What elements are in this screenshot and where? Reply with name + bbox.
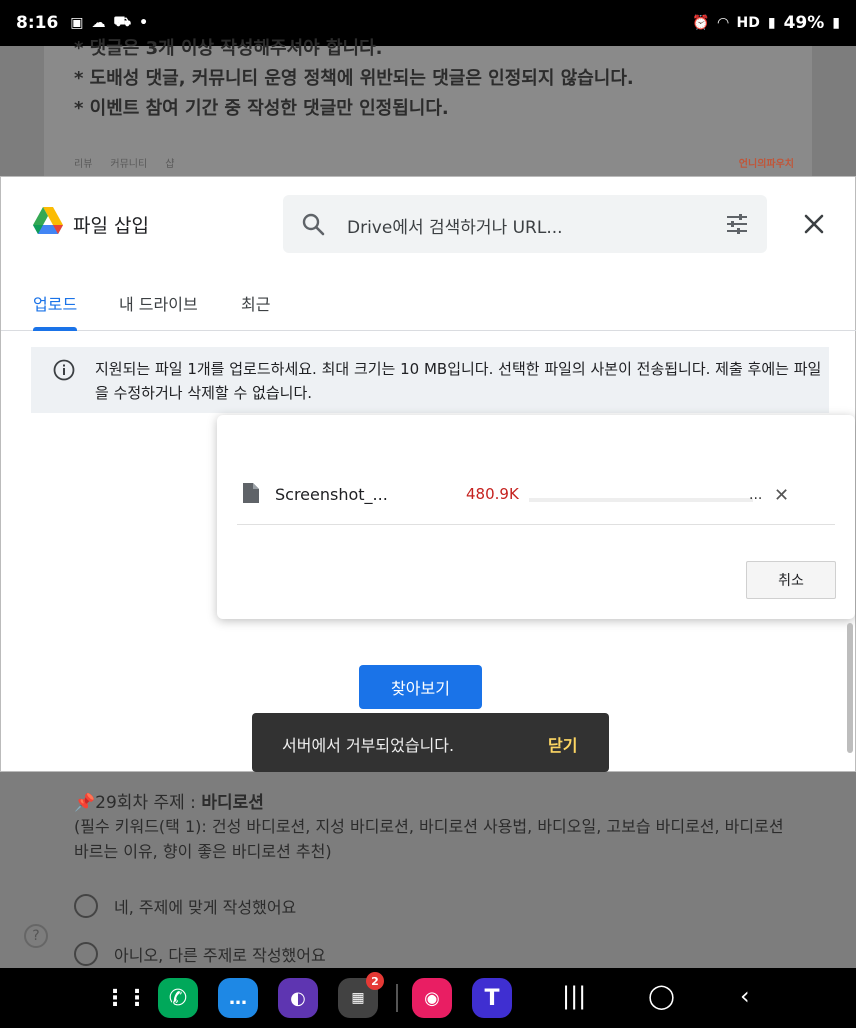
tab-upload[interactable]: 업로드 — [33, 291, 77, 315]
snackbar-close-button[interactable]: 닫기 — [548, 732, 577, 756]
info-icon — [53, 359, 75, 381]
notice-line-2: * 도배성 댓글, 커뮤니티 운영 정책에 위반되는 댓글은 인정되지 않습니다… — [74, 68, 634, 89]
dialog-tabs: 업로드 내 드라이브 최근 — [1, 273, 856, 331]
t-app-icon[interactable]: T — [472, 978, 512, 1018]
google-drive-logo-icon — [33, 207, 63, 234]
gallery-notification-icon: ▣ — [70, 15, 84, 31]
upload-file-name: Screenshot_... — [275, 485, 388, 504]
close-icon[interactable] — [801, 211, 827, 237]
radio-option-yes[interactable]: 네, 주제에 맞게 작성했어요 — [74, 894, 296, 918]
alarm-icon: ⏰ — [692, 15, 710, 31]
taxi-notification-icon: ⛟ — [113, 14, 132, 30]
back-icon[interactable]: ‹ — [740, 982, 750, 1010]
strip-logo: 언니의파우치 — [738, 158, 794, 170]
hd-voice-icon: HD — [736, 15, 760, 31]
upload-file-size: 480.9K — [466, 485, 519, 503]
snackbar-message: 서버에서 거부되었습니다. — [282, 736, 455, 755]
strip-item: 샵 — [165, 158, 175, 170]
search-placeholder: Drive에서 검색하거나 URL... — [347, 218, 563, 238]
strip-item: 커뮤니티 — [110, 158, 148, 170]
radio-option-no[interactable]: 아니오, 다른 주제로 작성했어요 — [74, 942, 326, 966]
browse-button[interactable]: 찾아보기 — [359, 665, 482, 709]
dialog-header: 파일 삽입 Drive에서 검색하거나 URL... — [1, 177, 856, 273]
upload-progress-bar — [529, 498, 753, 502]
remove-file-icon[interactable]: ✕ — [774, 485, 789, 506]
wifi-icon: ◠ — [717, 15, 729, 31]
chat-notification-icon: ☁ — [91, 15, 106, 31]
folder-badge: 2 — [366, 972, 384, 990]
error-snackbar: 서버에서 거부되었습니다. 닫기 — [252, 713, 609, 772]
upload-info-text: 지원되는 파일 1개를 업로드하세요. 최대 크기는 10 MB입니다. 선택한… — [95, 360, 822, 402]
signal-icon: ▮ — [767, 15, 776, 31]
apps-grid-icon[interactable]: ⋮⋮ — [104, 978, 148, 1018]
search-options-icon[interactable] — [725, 212, 749, 236]
active-tab-indicator — [33, 327, 77, 331]
topic-keywords: (필수 키워드(택 1): 건성 바디로션, 지성 바디로션, 바디로션 사용법… — [74, 817, 784, 861]
tab-my-drive[interactable]: 내 드라이브 — [119, 291, 198, 315]
help-icon[interactable]: ? — [24, 924, 48, 948]
internet-app-icon[interactable]: ◐ — [278, 978, 318, 1018]
system-icons: ⏰ ◠ HD ▮ 49% ▮ — [692, 13, 840, 33]
phone-app-icon[interactable]: ✆ — [158, 978, 198, 1018]
topic-heading: 📌29회차 주제 : 바디로션 — [74, 788, 264, 813]
dialog-scrollbar[interactable] — [847, 623, 853, 753]
more-notifications-dot-icon: • — [139, 15, 149, 31]
notification-icons: ▣ ☁ ⛟ • — [70, 14, 148, 32]
app-folder-icon[interactable]: ▦ 2 — [338, 972, 384, 1018]
upload-progress-panel: Screenshot_... 480.9K ... ✕ 취소 — [217, 415, 855, 619]
drive-search-input[interactable]: Drive에서 검색하거나 URL... — [283, 195, 767, 253]
tab-recent[interactable]: 최근 — [241, 291, 270, 315]
radio-label: 네, 주제에 맞게 작성했어요 — [114, 898, 297, 917]
home-icon[interactable]: ◯ — [648, 982, 675, 1010]
strip-item: 리뷰 — [74, 158, 93, 170]
search-icon[interactable] — [301, 212, 325, 236]
file-icon — [243, 483, 259, 503]
recent-apps-icon[interactable]: ||| — [562, 982, 586, 1010]
insert-file-dialog: 파일 삽입 Drive에서 검색하거나 URL... 업로드 내 드라이브 최근 — [0, 176, 856, 772]
nav-separator — [396, 984, 398, 1012]
preview-strip: 리뷰 커뮤니티 샵 언니의파우치 — [74, 152, 794, 172]
android-nav-bar: ⋮⋮ ✆ … ◐ ▦ 2 ◉ T ||| ◯ ‹ — [0, 968, 856, 1028]
topic-prefix: 📌29회차 주제 : — [74, 793, 202, 813]
upload-file-row: Screenshot_... 480.9K ... ✕ — [237, 465, 835, 525]
notice-line-3: * 이벤트 참여 기간 중 작성한 댓글만 인정됩니다. — [74, 98, 449, 119]
messages-app-icon[interactable]: … — [218, 978, 258, 1018]
radio-label: 아니오, 다른 주제로 작성했어요 — [114, 946, 326, 965]
topic-name: 바디로션 — [201, 793, 264, 813]
upload-info-banner: 지원되는 파일 1개를 업로드하세요. 최대 크기는 10 MB입니다. 선택한… — [31, 347, 829, 413]
upload-progress-ellipsis: ... — [749, 487, 763, 503]
battery-icon: ▮ — [832, 15, 840, 31]
dialog-title: 파일 삽입 — [73, 215, 149, 237]
camera-app-icon[interactable]: ◉ — [412, 978, 452, 1018]
radio-circle[interactable] — [74, 894, 98, 918]
notice-line-1: * 댓글은 3개 이상 작성해주셔야 합니다. — [74, 38, 383, 59]
status-time: 8:16 — [16, 13, 59, 33]
battery-level: 49% — [783, 13, 825, 33]
radio-circle[interactable] — [74, 942, 98, 966]
cancel-upload-button[interactable]: 취소 — [746, 561, 836, 599]
